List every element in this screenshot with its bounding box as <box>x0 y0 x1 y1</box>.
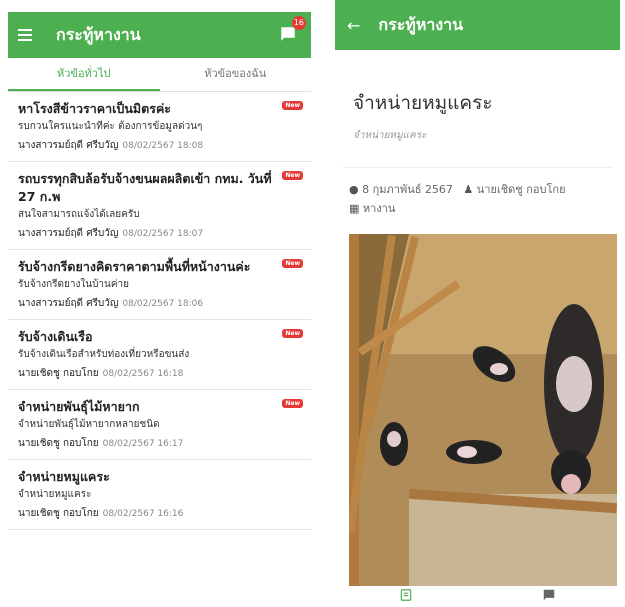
clock-icon: ● <box>349 183 359 196</box>
tab-bar: หัวข้อทั่วไป หัวข้อของฉัน <box>8 58 311 92</box>
post-list: หาโรงสีข้าวราคาเป็นมิตรค่ะ รบกวนใครแนะนำ… <box>8 92 311 530</box>
detail-category: หางาน <box>362 202 396 215</box>
list-item[interactable]: จำหน่ายพันธุ์ไม้หายาก จำหน่ายพันธุ์ไม้หา… <box>8 390 311 460</box>
app-bar: กระทู้หางาน 16 <box>8 12 311 58</box>
new-badge: New <box>282 101 303 110</box>
list-item[interactable]: รับจ้างเดินเรือ รับจ้างเดินเรือสำหรับท่อ… <box>8 320 311 390</box>
post-title: จำหน่ายหมูแคระ <box>18 469 110 484</box>
post-author: นางสาวรมย์ฤดี ศรีบวัญ <box>18 140 119 151</box>
post-meta: นายเชิดชู กอบโกย 08/02/2567 16:16 <box>18 506 289 522</box>
comment-icon[interactable] <box>542 588 556 602</box>
detail-app-bar: ← กระทู้หางาน <box>335 0 620 50</box>
new-badge: New <box>282 259 303 268</box>
article-icon[interactable] <box>399 588 413 602</box>
post-date: 08/02/2567 18:08 <box>122 141 204 151</box>
post-date: 08/02/2567 18:06 <box>122 299 204 309</box>
detail-date: 8 กุมภาพันธ์ 2567 <box>362 183 453 196</box>
detail-app-title: กระทู้หางาน <box>378 14 464 34</box>
post-date: 08/02/2567 18:07 <box>122 229 204 239</box>
post-author: นางสาวรมย์ฤดี ศรีบวัญ <box>18 228 119 239</box>
post-date: 08/02/2567 16:17 <box>102 439 184 449</box>
post-meta: นางสาวรมย์ฤดี ศรีบวัญ 08/02/2567 18:08 <box>18 138 289 154</box>
post-author: นายเชิดชู กอบโกย <box>18 438 99 449</box>
post-author: นางสาวรมย์ฤดี ศรีบวัญ <box>18 298 119 309</box>
new-badge: New <box>282 399 303 408</box>
list-item[interactable]: รถบรรทุกสิบล้อรับจ้างขนผลผลิตเข้า กทม. ว… <box>8 162 311 250</box>
post-author: นายเชิดชู กอบโกย <box>18 508 99 519</box>
chat-button[interactable]: 16 <box>279 16 306 43</box>
post-title: รถบรรทุกสิบล้อรับจ้างขนผลผลิตเข้า กทม. ว… <box>18 171 272 204</box>
post-subtitle: สนใจสามารถแจ้งได้เลยครับ <box>18 209 140 220</box>
post-title: รับจ้างกรีดยางคิดราคาตามพื้นที่หน้างานค่… <box>18 259 251 274</box>
pig-photo-image <box>349 234 617 586</box>
post-subtitle: จำหน่ายหมูแคระ <box>18 489 92 500</box>
post-title: จำหน่ายพันธุ์ไม้หายาก <box>18 399 140 414</box>
detail-subtitle: จำหน่ายหมูแคระ <box>353 130 427 141</box>
post-meta: นางสาวรมย์ฤดี ศรีบวัญ 08/02/2567 18:06 <box>18 296 289 312</box>
post-date: 08/02/2567 16:16 <box>102 509 184 519</box>
new-badge: New <box>282 171 303 180</box>
post-subtitle: รบกวนใครแนะนำทีค่ะ ต้องการข้อมูลด่วนๆ <box>18 121 203 132</box>
post-detail-screen: ← กระทู้หางาน จำหน่ายหมูแคระ จำหน่ายหมูแ… <box>335 0 620 607</box>
hamburger-icon[interactable] <box>8 12 42 58</box>
list-item[interactable]: จำหน่ายหมูแคระ จำหน่ายหมูแคระ นายเชิดชู … <box>8 460 311 530</box>
post-author: นายเชิดชู กอบโกย <box>18 368 99 379</box>
list-item[interactable]: หาโรงสีข้าวราคาเป็นมิตรค่ะ รบกวนใครแนะนำ… <box>8 92 311 162</box>
post-meta: นายเชิดชู กอบโกย 08/02/2567 16:18 <box>18 366 289 382</box>
app-title: กระทู้หางาน <box>56 24 141 44</box>
post-list-screen: กระทู้หางาน 16 หัวข้อทั่วไป หัวข้อของฉัน… <box>8 0 311 607</box>
list-item[interactable]: รับจ้างกรีดยางคิดราคาตามพื้นที่หน้างานค่… <box>8 250 311 320</box>
arrow-left-icon[interactable]: ← <box>347 16 360 35</box>
post-title: รับจ้างเดินเรือ <box>18 329 93 344</box>
detail-meta: ● 8 กุมภาพันธ์ 2567 ♟ นายเชิดชู กอบโกย ▦… <box>335 168 620 218</box>
grid-icon: ▦ <box>349 202 360 215</box>
notification-badge: 16 <box>291 16 306 30</box>
post-meta: นางสาวรมย์ฤดี ศรีบวัญ 08/02/2567 18:07 <box>18 226 289 242</box>
tab-my-topics[interactable]: หัวข้อของฉัน <box>160 58 312 91</box>
detail-title: จำหน่ายหมูแคระ <box>353 92 493 114</box>
new-badge: New <box>282 329 303 338</box>
post-title: หาโรงสีข้าวราคาเป็นมิตรค่ะ <box>18 101 172 116</box>
tab-general[interactable]: หัวข้อทั่วไป <box>8 58 160 91</box>
post-meta: นายเชิดชู กอบโกย 08/02/2567 16:17 <box>18 436 289 452</box>
post-photo <box>349 234 617 586</box>
user-icon: ♟ <box>463 183 474 196</box>
bottom-nav <box>335 583 620 607</box>
post-date: 08/02/2567 16:18 <box>102 369 184 379</box>
post-subtitle: จำหน่ายพันธุ์ไม้หายากหลายชนิด <box>18 419 160 430</box>
post-subtitle: รับจ้างกรีดยางในบ้านค่าย <box>18 279 130 290</box>
detail-author: นายเชิดชู กอบโกย <box>476 183 566 196</box>
post-subtitle: รับจ้างเดินเรือสำหรับท่องเที่ยวหรือขนส่ง <box>18 349 190 360</box>
